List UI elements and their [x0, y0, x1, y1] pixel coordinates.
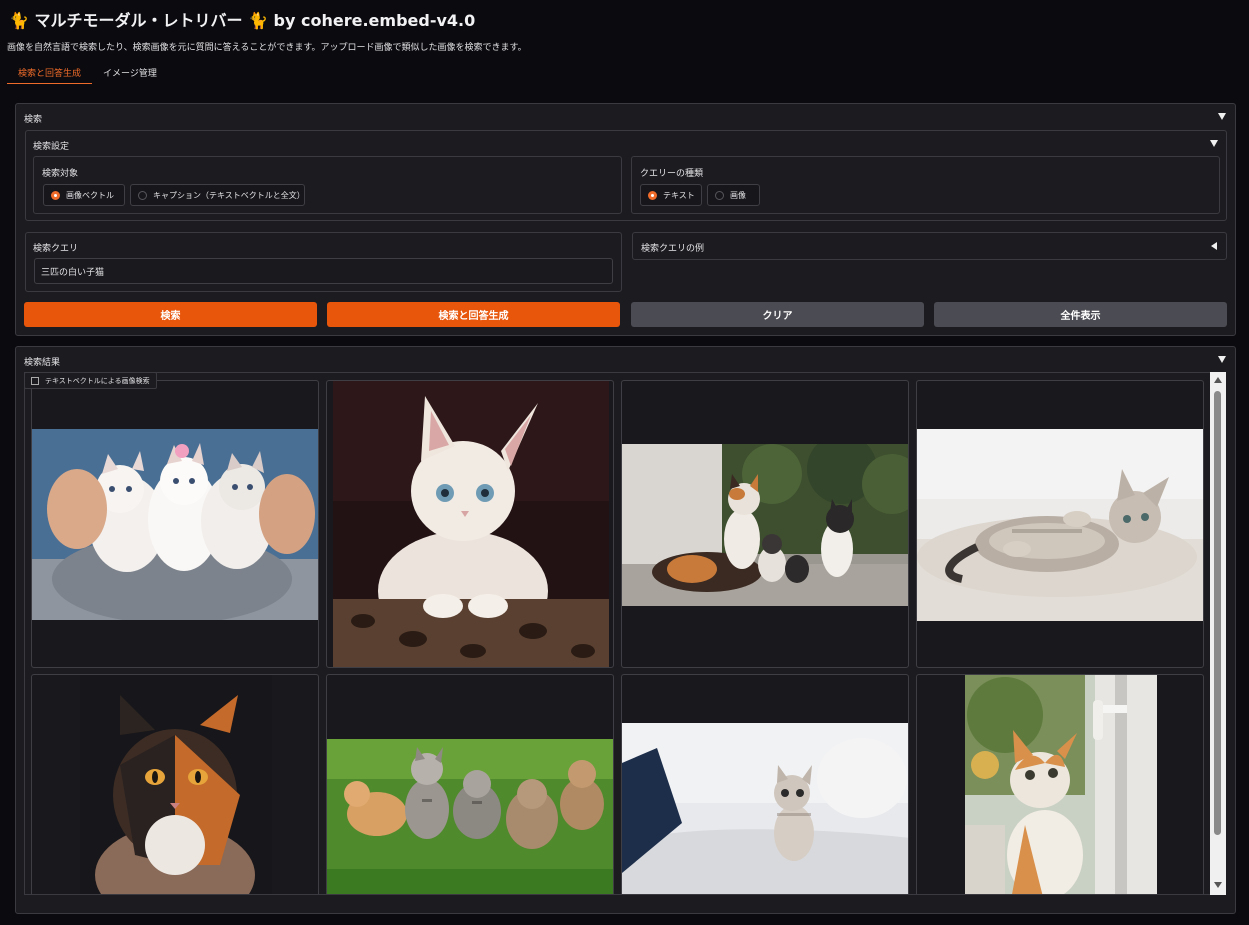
tab-image-management[interactable]: イメージ管理	[92, 62, 168, 83]
radio-selected-indicator	[648, 190, 657, 200]
radio-unselected-indicator	[138, 190, 147, 200]
result-image-7[interactable]	[621, 674, 909, 894]
tab-search-answer[interactable]: 検索と回答生成	[7, 62, 93, 84]
results-panel-collapse-icon[interactable]	[1218, 356, 1226, 363]
query-examples-label: 検索クエリの例	[641, 244, 705, 254]
result-image-6[interactable]	[326, 674, 614, 894]
search-panel-title: 検索	[24, 115, 43, 125]
cat-family-image	[622, 444, 908, 606]
tab-bar: 検索と回答生成 イメージ管理	[7, 62, 168, 84]
radio-image-vector[interactable]: 画像ベクトル	[43, 184, 125, 206]
result-image-1[interactable]	[31, 380, 319, 668]
results-panel-title: 検索結果	[24, 358, 61, 368]
search-panel: 検索 検索設定 検索対象 画像ベクトル キャプション（テキストベクトルと全文） …	[15, 103, 1236, 336]
kitten-window-image	[965, 675, 1157, 894]
gallery-label: テキストベクトルによる画像検索	[24, 372, 157, 389]
radio-image-vector-label: 画像ベクトル	[66, 190, 114, 200]
search-settings-title: 検索設定	[33, 142, 70, 152]
search-panel-collapse-icon[interactable]	[1218, 113, 1226, 120]
calico-portrait-image	[80, 675, 272, 894]
search-settings-section: 検索設定 検索対象 画像ベクトル キャプション（テキストベクトルと全文） クエリ…	[25, 130, 1227, 221]
radio-caption[interactable]: キャプション（テキストベクトルと全文）	[130, 184, 305, 206]
results-gallery	[24, 372, 1226, 895]
radio-text-label: テキスト	[663, 190, 695, 200]
query-type-group: クエリーの種類 テキスト 画像	[631, 156, 1220, 214]
search-query-input[interactable]: 三匹の白い子猫	[34, 258, 613, 284]
clear-button[interactable]: クリア	[631, 302, 924, 327]
app-description: 画像を自然言語で検索したり、検索画像を元に質問に答えることができます。アップロー…	[7, 43, 527, 53]
radio-text[interactable]: テキスト	[640, 184, 702, 206]
query-type-label: クエリーの種類	[640, 169, 704, 179]
scroll-down-icon[interactable]	[1214, 882, 1222, 888]
result-image-3[interactable]	[621, 380, 909, 668]
result-image-8[interactable]	[916, 674, 1204, 894]
result-image-4[interactable]	[916, 380, 1204, 668]
result-image-2[interactable]	[326, 380, 614, 668]
search-query-section: 検索クエリ 三匹の白い子猫	[25, 232, 622, 292]
radio-selected-indicator	[51, 190, 60, 200]
search-and-answer-button[interactable]: 検索と回答生成	[327, 302, 620, 327]
query-examples-section[interactable]: 検索クエリの例	[632, 232, 1227, 260]
query-examples-expand-icon[interactable]	[1211, 242, 1217, 250]
scroll-up-icon[interactable]	[1214, 377, 1222, 383]
kittens-image	[32, 429, 318, 620]
show-all-button[interactable]: 全件表示	[934, 302, 1227, 327]
gallery-label-text: テキストベクトルによる画像検索	[45, 376, 150, 385]
image-icon	[31, 376, 39, 385]
result-image-5[interactable]	[31, 674, 319, 894]
tabby-kitten-image	[917, 429, 1203, 621]
white-kitten-image	[333, 381, 609, 667]
gallery-scrollbar[interactable]	[1210, 372, 1226, 895]
app-title: 🐈 マルチモーダル・レトリバー 🐈 by cohere.embed-v4.0	[9, 11, 476, 30]
kittens-grass-image	[327, 739, 613, 894]
scrollbar-thumb[interactable]	[1214, 391, 1221, 835]
radio-caption-label: キャプション（テキストベクトルと全文）	[153, 190, 305, 200]
search-target-group: 検索対象 画像ベクトル キャプション（テキストベクトルと全文）	[33, 156, 622, 214]
search-settings-collapse-icon[interactable]	[1210, 140, 1218, 147]
search-button[interactable]: 検索	[24, 302, 317, 327]
radio-image[interactable]: 画像	[707, 184, 760, 206]
search-target-label: 検索対象	[42, 169, 79, 179]
radio-image-label: 画像	[730, 190, 746, 200]
search-query-label: 検索クエリ	[33, 244, 79, 254]
radio-unselected-indicator	[715, 190, 724, 200]
kitten-bed-image	[622, 723, 908, 894]
